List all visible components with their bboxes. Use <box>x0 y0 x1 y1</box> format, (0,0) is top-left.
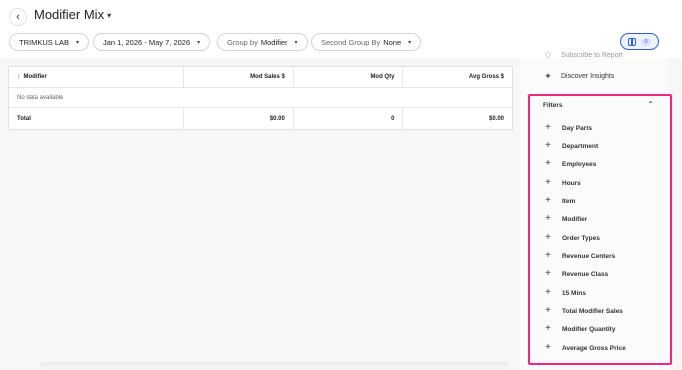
plus-icon: + <box>545 232 551 243</box>
table-total-row: Total $0.00 0 $0.00 <box>9 108 512 129</box>
filter-day-parts[interactable]: + Day Parts <box>544 123 592 133</box>
chevron-down-icon: ▾ <box>408 39 412 46</box>
side-panel-toggle[interactable]: 0 <box>620 33 659 50</box>
filter-label: Total Modifier Sales <box>562 307 623 315</box>
discover-insights-link[interactable]: ✦ Discover Insights <box>543 71 614 82</box>
filter-label: 15 Mins <box>562 289 586 297</box>
column-header-label: Mod Sales $ <box>250 74 285 80</box>
plus-icon: + <box>545 250 551 261</box>
date-range-value: Jan 1, 2026 - May 7, 2026 <box>103 37 191 47</box>
filter-15-mins[interactable]: +15 Mins <box>544 288 586 298</box>
filter-label: Revenue Centers <box>562 252 616 260</box>
discover-label: Discover Insights <box>561 73 615 80</box>
plus-icon: + <box>545 158 551 169</box>
chevron-down-icon: ▾ <box>76 39 80 46</box>
sparkle-icon: ✦ <box>544 71 552 81</box>
table-header-row: ↑ Modifier Mod Sales $ Mod Qty Avg Gross… <box>9 67 512 88</box>
filter-label: Revenue Class <box>562 270 609 278</box>
column-header-label: Modifier <box>23 74 47 80</box>
chevron-down-icon: ▾ <box>197 39 201 46</box>
plus-icon: + <box>545 342 551 353</box>
plus-icon: + <box>545 177 551 188</box>
chevron-up-icon[interactable]: ⌃ <box>647 100 654 109</box>
filter-label: Day Parts <box>562 124 592 132</box>
page-title-text: Modifier Mix <box>34 7 105 22</box>
filter-order-types[interactable]: + Order Types <box>544 233 600 243</box>
column-header-mod-qty[interactable]: Mod Qty <box>292 67 403 87</box>
plus-icon: + <box>545 305 551 316</box>
filter-average-gross-price[interactable]: + Average Gross Price <box>544 343 626 353</box>
total-mod-qty-cell: 0 <box>292 108 403 129</box>
panel-count-badge: 0 <box>641 37 651 46</box>
filter-total-modifier-sales[interactable]: + Total Modifier Sales <box>544 306 623 316</box>
sidebar-panel-icon <box>628 37 637 46</box>
group-by-label: Group by <box>227 37 258 47</box>
filters-title: Filters <box>543 102 563 109</box>
plus-icon: + <box>545 195 551 206</box>
chevron-down-icon: ▾ <box>107 11 112 20</box>
group-by-value: Modifier <box>260 37 288 47</box>
filter-department[interactable]: + Department <box>544 141 598 151</box>
column-header-avg-gross[interactable]: Avg Gross $ <box>402 67 512 87</box>
scroll-shadow <box>40 362 510 370</box>
chevron-left-icon: ‹ <box>16 10 20 23</box>
modifier-table: ↑ Modifier Mod Sales $ Mod Qty Avg Gross… <box>8 66 513 130</box>
total-label: Total <box>17 115 31 122</box>
plus-icon: + <box>545 268 551 279</box>
date-range-select[interactable]: Jan 1, 2026 - May 7, 2026 ▾ <box>93 33 211 51</box>
chevron-down-icon: ▾ <box>294 39 298 46</box>
filter-employees[interactable]: + Employees <box>544 159 596 169</box>
filter-label: Modifier Quantity <box>562 325 616 333</box>
filter-revenue-centers[interactable]: + Revenue Centers <box>544 251 615 261</box>
subscribe-to-report-link[interactable]: ♢ Subscribe to Report <box>543 50 623 61</box>
filter-label: Modifier <box>562 215 588 223</box>
filter-label: Order Types <box>562 234 600 242</box>
filter-label: Item <box>562 197 576 205</box>
location-select[interactable]: TRIMKUS LAB ▾ <box>9 33 90 51</box>
total-mod-sales-cell: $0.00 <box>183 108 293 129</box>
filter-item[interactable]: + Item <box>544 196 575 206</box>
sort-arrow-up-icon: ↑ <box>17 73 21 81</box>
filter-label: Employees <box>562 160 597 168</box>
filter-label: Department <box>562 142 599 150</box>
empty-state-row: No data available <box>9 88 512 108</box>
empty-state-text: No data available <box>17 94 64 101</box>
plus-icon: + <box>545 122 551 133</box>
filter-label: Average Gross Price <box>562 344 626 352</box>
column-header-label: Avg Gross $ <box>468 74 505 80</box>
second-group-select[interactable]: Second Group By None ▾ <box>311 33 422 51</box>
plus-icon: + <box>545 287 551 298</box>
bell-icon: ♢ <box>543 50 553 60</box>
filter-hours[interactable]: + Hours <box>544 178 581 188</box>
filter-modifier-quantity[interactable]: + Modifier Quantity <box>544 324 615 334</box>
page-title[interactable]: Modifier Mix ▾ <box>34 7 111 22</box>
subscribe-label: Subscribe to Report <box>561 52 623 59</box>
plus-icon: + <box>545 323 551 334</box>
plus-icon: + <box>545 213 551 224</box>
column-header-mod-sales[interactable]: Mod Sales $ <box>183 67 293 87</box>
column-header-modifier[interactable]: ↑ Modifier <box>9 67 183 87</box>
plus-icon: + <box>545 140 551 151</box>
total-avg-gross-cell: $0.00 <box>402 108 512 129</box>
filter-revenue-class[interactable]: + Revenue Class <box>544 269 608 279</box>
total-label-cell: Total <box>9 108 183 129</box>
total-mod-qty: 0 <box>391 115 395 122</box>
column-header-label: Mod Qty <box>370 74 395 80</box>
total-mod-sales: $0.00 <box>269 115 285 122</box>
second-group-label: Second Group By <box>321 37 381 47</box>
back-button[interactable]: ‹ <box>9 8 27 26</box>
location-value: TRIMKUS LAB <box>19 37 70 47</box>
second-group-value: None <box>383 37 402 47</box>
filter-label: Hours <box>562 179 581 187</box>
filters-panel: Filters ⌃ + Day Parts + Department + Employ… <box>528 94 672 365</box>
group-by-select[interactable]: Group by Modifier ▾ <box>217 33 308 51</box>
filter-modifier[interactable]: + Modifier <box>544 214 587 224</box>
total-avg-gross: $0.00 <box>489 115 505 122</box>
